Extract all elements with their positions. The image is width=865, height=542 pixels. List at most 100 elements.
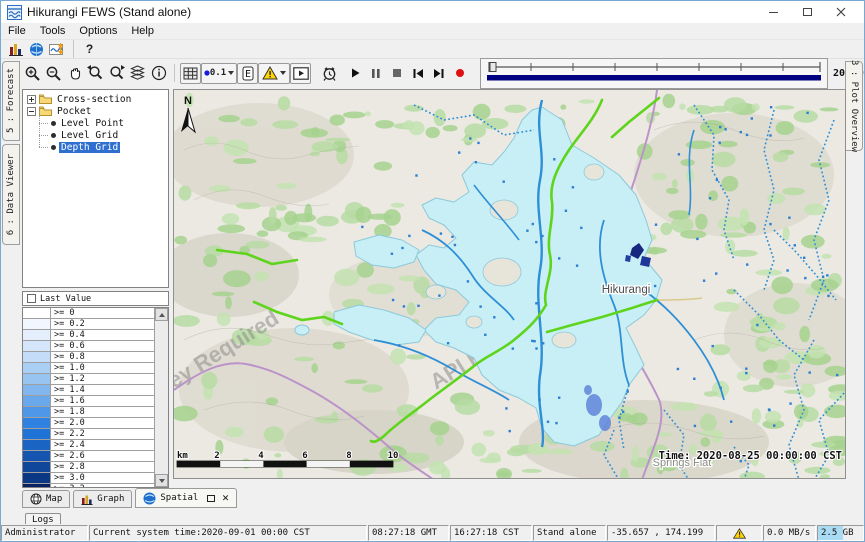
- animation-button[interactable]: [290, 63, 311, 84]
- map-time-label: Time: 2020-08-25 00:00:00 CST: [659, 450, 842, 462]
- sidebar-tab-forecast[interactable]: 5 : Forecast: [2, 61, 20, 141]
- tree-item-pocket[interactable]: Pocket: [27, 105, 166, 117]
- legend-row: >= 2.0: [23, 418, 154, 429]
- chevron-down-icon: [280, 71, 286, 75]
- statistics-button[interactable]: [5, 39, 26, 60]
- svg-text:E: E: [244, 69, 250, 80]
- svg-text:2: 2: [214, 451, 219, 461]
- menu-item[interactable]: File: [1, 25, 33, 37]
- legend-row: >= 0.4: [23, 330, 154, 341]
- arrow-up-icon: [159, 313, 165, 317]
- legend-color-swatch: [23, 352, 51, 362]
- legend-color-swatch: [23, 308, 51, 318]
- layers-icon: [129, 65, 146, 81]
- stop-button[interactable]: [386, 63, 407, 84]
- grid-icon: [183, 67, 198, 80]
- legend-color-swatch: [23, 407, 51, 417]
- north-label: N: [184, 95, 192, 107]
- status-system-time: Current system time:2020-09-01 00:00 CST: [89, 525, 367, 541]
- tab-graph[interactable]: Graph: [73, 490, 132, 508]
- collapse-icon[interactable]: [27, 107, 36, 116]
- record-icon: [454, 67, 466, 79]
- menu-item[interactable]: Help: [124, 25, 161, 37]
- time-slider[interactable]: [480, 58, 828, 89]
- app-logo-icon: [7, 5, 22, 20]
- legend-scrollbar[interactable]: [154, 308, 168, 487]
- skip-to-start-icon: [411, 67, 425, 80]
- zoom-next-button[interactable]: [106, 63, 127, 84]
- legend-color-swatch: [23, 451, 51, 461]
- label-display-button[interactable]: E: [237, 63, 258, 84]
- svg-text:6: 6: [302, 451, 307, 461]
- last-value-checkbox[interactable]: [27, 294, 36, 303]
- legend-row: >= 2.8: [23, 462, 154, 473]
- tab-close-icon[interactable]: ✕: [222, 494, 229, 502]
- map-display-button[interactable]: [26, 39, 47, 60]
- tree-item-level-grid[interactable]: Level Grid: [51, 129, 166, 141]
- node-bullet-icon: [51, 121, 56, 126]
- zoom-previous-button[interactable]: [85, 63, 106, 84]
- sidebar-tab-data-viewer[interactable]: 6 : Data Viewer: [2, 144, 20, 245]
- contour-interval-dropdown[interactable]: 0.1: [201, 63, 237, 84]
- info-button[interactable]: [148, 63, 169, 84]
- tree-item-level-point[interactable]: Level Point: [51, 117, 166, 129]
- maximize-button[interactable]: [790, 2, 824, 22]
- pause-icon: [370, 67, 382, 80]
- map-viewport[interactable]: API Key Required API Key Required: [173, 89, 846, 479]
- play-button[interactable]: [344, 63, 365, 84]
- pan-button[interactable]: [64, 63, 85, 84]
- pause-button[interactable]: [365, 63, 386, 84]
- legend-row: >= 1.2: [23, 374, 154, 385]
- zoom-out-button[interactable]: [43, 63, 64, 84]
- toolbar-separator: [174, 64, 175, 82]
- scale-unit-label: km: [177, 451, 188, 461]
- scroll-down-button[interactable]: [155, 474, 168, 487]
- expand-icon[interactable]: [27, 95, 36, 104]
- bar-chart-icon: [8, 42, 24, 56]
- legend-color-swatch: [23, 330, 51, 340]
- first-timestep-button[interactable]: [407, 63, 428, 84]
- legend-color-swatch: [23, 341, 51, 351]
- legend-class-label: >= 1.6: [51, 396, 154, 406]
- tab-map[interactable]: Map: [22, 490, 70, 508]
- interval-timer-button[interactable]: [319, 63, 340, 84]
- help-icon: ?: [86, 42, 93, 56]
- grid-display-button[interactable]: [180, 63, 201, 84]
- minimize-button[interactable]: [756, 2, 790, 22]
- thresholds-dropdown[interactable]: [258, 63, 290, 84]
- status-mode: Stand alone: [533, 525, 606, 541]
- menu-item[interactable]: Tools: [33, 25, 73, 37]
- toolbar-separator: [73, 40, 74, 58]
- tab-maximize-icon[interactable]: [207, 495, 215, 502]
- arrow-down-icon: [159, 479, 165, 483]
- tab-spatial[interactable]: Spatial ✕: [135, 488, 237, 508]
- timeseries-dialog-button[interactable]: [47, 39, 68, 60]
- legend-class-label: >= 1.0: [51, 363, 154, 373]
- zoom-in-button[interactable]: [22, 63, 43, 84]
- layers-button[interactable]: [127, 63, 148, 84]
- status-bar: Administrator Current system time:2020-0…: [1, 524, 864, 541]
- info-icon: [151, 65, 167, 81]
- spatial-globe-icon: [143, 492, 156, 505]
- warning-icon: [262, 66, 278, 80]
- help-button[interactable]: ?: [79, 39, 100, 60]
- legend-color-swatch: [23, 385, 51, 395]
- last-timestep-button[interactable]: [428, 63, 449, 84]
- node-bullet-icon: [51, 145, 56, 150]
- legend-class-label: >= 2.8: [51, 462, 154, 472]
- scroll-up-button[interactable]: [155, 308, 168, 321]
- tree-item-cross-section[interactable]: Cross-section: [27, 93, 166, 105]
- last-value-toggle[interactable]: Last Value: [22, 291, 169, 306]
- graph-icon: [81, 494, 93, 505]
- close-button[interactable]: [824, 2, 858, 22]
- legend-row: >= 1.8: [23, 407, 154, 418]
- maximize-icon: [803, 8, 812, 16]
- record-button[interactable]: [449, 63, 470, 84]
- tree-item-depth-grid[interactable]: Depth Grid: [51, 141, 166, 153]
- menu-item[interactable]: Options: [72, 25, 124, 37]
- legend-row: >= 1.0: [23, 363, 154, 374]
- folder-icon: [39, 94, 52, 104]
- play-icon: [348, 66, 362, 80]
- sidebar-tab-plot-overview[interactable]: 3 : Plot Overview: [845, 61, 863, 151]
- status-warnings[interactable]: [716, 525, 762, 541]
